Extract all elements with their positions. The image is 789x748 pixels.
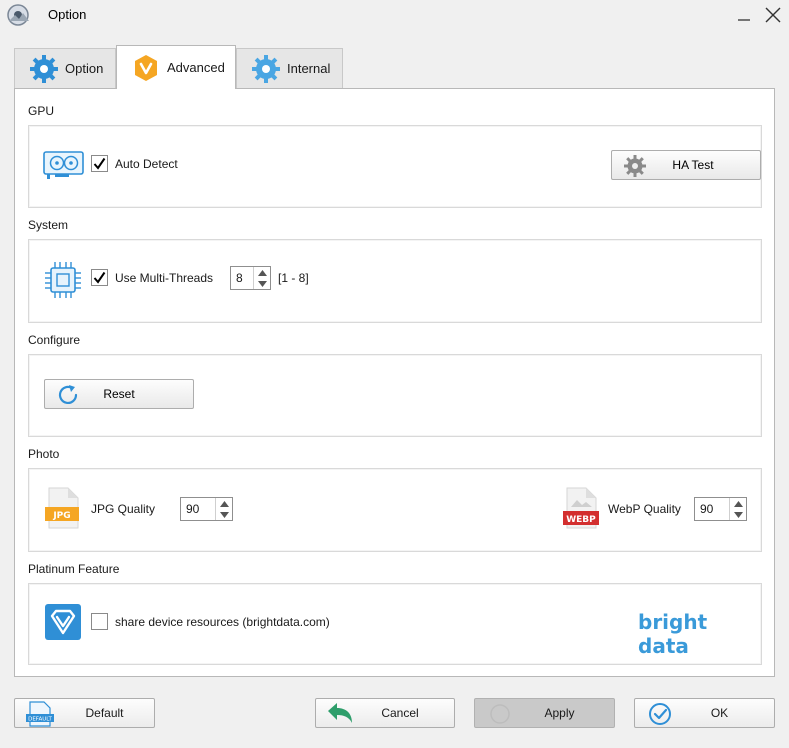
- gpu-section-label: GPU: [28, 104, 55, 118]
- close-icon: [765, 7, 781, 23]
- threads-stepper[interactable]: 8: [230, 266, 271, 290]
- title-bar: Option: [0, 0, 789, 30]
- multithread-label: Use Multi-Threads: [115, 271, 214, 285]
- undo-arrow-icon: [328, 703, 352, 723]
- default-file-icon: DEFAULT: [26, 701, 54, 727]
- checkmark-icon: [93, 157, 106, 170]
- chevron-up-icon: [219, 500, 229, 507]
- stepper-up-button[interactable]: [730, 498, 746, 509]
- tab-advanced[interactable]: Advanced: [116, 45, 236, 89]
- minimize-button[interactable]: [730, 2, 758, 28]
- configure-group: Reset: [28, 354, 762, 437]
- ok-button[interactable]: OK: [634, 698, 775, 728]
- threads-value: 8: [236, 271, 243, 285]
- chevron-down-icon: [733, 511, 743, 518]
- advanced-panel: GPU Auto Detect HA Test System Use Multi…: [14, 88, 775, 677]
- gear-icon: [30, 54, 58, 83]
- advanced-badge-icon: [135, 54, 157, 81]
- minimize-icon: [738, 19, 750, 21]
- gear-icon: [252, 54, 280, 83]
- checkmark-icon: [93, 271, 106, 284]
- apply-icon: [490, 704, 510, 724]
- chevron-down-icon: [257, 280, 267, 287]
- share-resources-label: share device resources (brightdata.com): [115, 615, 330, 629]
- system-group: Use Multi-Threads 8 [1 - 8]: [28, 239, 762, 323]
- chevron-up-icon: [257, 269, 267, 276]
- default-button[interactable]: DEFAULT Default: [14, 698, 155, 728]
- chevron-down-icon: [219, 511, 229, 518]
- platinum-section-label: Platinum Feature: [28, 562, 120, 576]
- close-button[interactable]: [759, 2, 787, 28]
- graphics-card-icon: [43, 151, 84, 179]
- webp-quality-label: WebP Quality: [608, 502, 681, 516]
- tab-option[interactable]: Option: [14, 48, 116, 88]
- tab-internal[interactable]: Internal: [236, 48, 343, 88]
- window-title: Option: [48, 7, 87, 22]
- tab-advanced-label: Advanced: [167, 60, 225, 75]
- gpu-group: Auto Detect HA Test: [28, 125, 762, 208]
- stepper-down-button[interactable]: [730, 509, 746, 520]
- tab-option-label: Option: [65, 61, 104, 76]
- webp-quality-stepper[interactable]: 90: [694, 497, 747, 521]
- stepper-up-button[interactable]: [216, 498, 232, 509]
- share-resources-checkbox[interactable]: [91, 613, 108, 630]
- tab-internal-label: Internal: [287, 61, 331, 76]
- threads-range: [1 - 8]: [278, 271, 309, 285]
- photo-section-label: Photo: [28, 447, 60, 461]
- platinum-badge-icon: [45, 604, 81, 640]
- ha-test-button[interactable]: HA Test: [611, 150, 761, 180]
- photo-group: JPG JPG Quality 90 WEBP WebP Quality 90: [28, 468, 762, 552]
- reset-button[interactable]: Reset: [44, 379, 194, 409]
- jpg-quality-label: JPG Quality: [91, 502, 156, 516]
- jpg-badge: JPG: [52, 511, 70, 521]
- stepper-down-button[interactable]: [216, 509, 232, 520]
- cpu-chip-icon: [45, 262, 81, 298]
- chevron-up-icon: [733, 500, 743, 507]
- platinum-group: share device resources (brightdata.com) …: [28, 583, 762, 665]
- cancel-button[interactable]: Cancel: [315, 698, 455, 728]
- webp-badge: WEBP: [566, 515, 596, 525]
- refresh-icon: [58, 385, 78, 404]
- default-badge: DEFAULT: [28, 717, 52, 723]
- stepper-up-button[interactable]: [254, 267, 270, 278]
- auto-detect-label: Auto Detect: [115, 157, 178, 171]
- multithread-checkbox[interactable]: [91, 269, 108, 286]
- check-circle-icon: [649, 703, 671, 725]
- jpg-file-icon: JPG: [45, 487, 79, 529]
- stepper-down-button[interactable]: [254, 278, 270, 289]
- configure-section-label: Configure: [28, 333, 81, 347]
- webp-file-icon: WEBP: [563, 487, 599, 529]
- app-logo-icon: [7, 4, 29, 26]
- auto-detect-checkbox[interactable]: [91, 155, 108, 172]
- jpg-quality-stepper[interactable]: 90: [180, 497, 233, 521]
- webp-quality-value: 90: [700, 502, 714, 516]
- system-section-label: System: [28, 218, 69, 232]
- brightdata-logo: bright data: [638, 610, 708, 658]
- apply-button[interactable]: Apply: [474, 698, 615, 728]
- jpg-quality-value: 90: [186, 502, 200, 516]
- gear-icon: [624, 155, 646, 177]
